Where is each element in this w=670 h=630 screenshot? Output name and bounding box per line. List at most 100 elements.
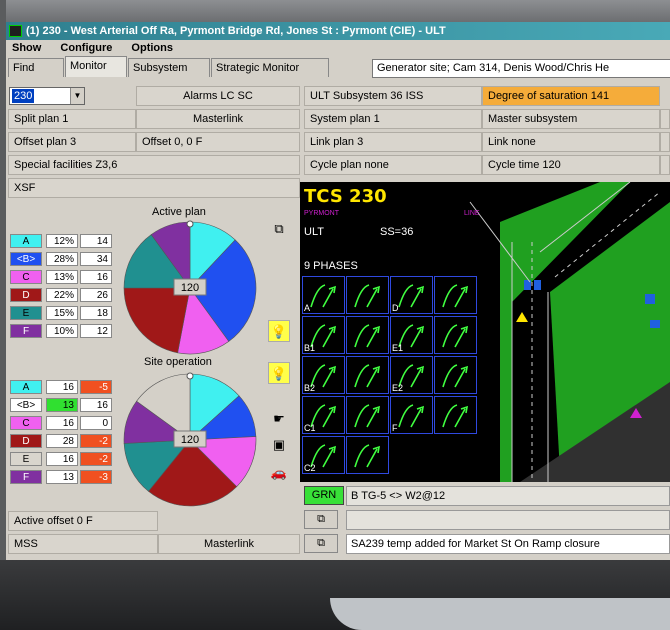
- phase-cell[interactable]: D: [390, 276, 433, 314]
- system-plan-field: System plan 1: [304, 109, 482, 129]
- tab-find[interactable]: Find: [8, 58, 64, 77]
- phase-label: F: [10, 324, 42, 338]
- menubar: Show Configure Options: [6, 40, 670, 56]
- phase-time: 28: [46, 434, 78, 448]
- phase-cell-label: B1: [304, 343, 316, 353]
- table-row[interactable]: C 16 0: [10, 416, 120, 430]
- table-row[interactable]: E 15% 18: [10, 306, 120, 320]
- master-subsystem-field: Master subsystem: [482, 109, 660, 129]
- link-plan-field: Link plan 3: [304, 132, 482, 152]
- chevron-down-icon[interactable]: ▼: [70, 88, 84, 104]
- overflow-field: [660, 109, 670, 129]
- split-plan-field: Split plan 1: [8, 109, 136, 129]
- table-row[interactable]: A 12% 14: [10, 234, 120, 248]
- phase-movement-icon: [442, 284, 469, 308]
- phase-label: A: [10, 234, 42, 248]
- table-row[interactable]: <B> 13 16: [10, 398, 120, 412]
- hand-icon[interactable]: ☛: [268, 408, 290, 430]
- table-row[interactable]: A 16 -5: [10, 380, 120, 394]
- active-plan-label: Active plan: [152, 206, 206, 218]
- phase-cell-label: B2: [304, 383, 316, 393]
- phase-movement-icon: [442, 364, 469, 388]
- phase-cell[interactable]: [434, 316, 477, 354]
- phase-percent: 10%: [46, 324, 78, 338]
- phase-percent: 13%: [46, 270, 78, 284]
- masterlink-bottom-button[interactable]: Masterlink: [158, 534, 300, 554]
- phase-cell[interactable]: B1: [302, 316, 345, 354]
- phase-cell[interactable]: F: [390, 396, 433, 434]
- phase-seconds: 16: [80, 270, 112, 284]
- phase-cell[interactable]: [346, 276, 389, 314]
- lightbulb-icon[interactable]: 💡: [268, 320, 290, 342]
- phase-time: 16: [46, 452, 78, 466]
- phase-cell[interactable]: [346, 356, 389, 394]
- phase-movement-icon: [354, 404, 381, 428]
- phase-cell-label: F: [392, 423, 398, 433]
- lightbulb-icon[interactable]: 💡: [268, 362, 290, 384]
- phase-cell-label: E2: [392, 383, 404, 393]
- table-row[interactable]: D 28 -2: [10, 434, 120, 448]
- phase-delta: -5: [80, 380, 112, 394]
- phase-seconds: 26: [80, 288, 112, 302]
- overflow-field: [660, 155, 670, 175]
- view-icon[interactable]: ⧉: [304, 510, 338, 529]
- copy-icon[interactable]: ⧉: [268, 218, 290, 240]
- phase-movement-icon: [354, 364, 381, 388]
- phase-cell[interactable]: [346, 436, 389, 474]
- phase-time: 16: [46, 416, 78, 430]
- tcs-ss-label: SS=36: [380, 226, 414, 238]
- menu-options[interactable]: Options: [131, 42, 173, 54]
- save-icon[interactable]: ▣: [268, 434, 290, 456]
- message-icon[interactable]: ⧉: [304, 534, 338, 553]
- saturation-field: Degree of saturation 141: [482, 86, 660, 106]
- phase-cell[interactable]: [346, 316, 389, 354]
- subsystem-field: ULT Subsystem 36 ISS: [304, 86, 482, 106]
- phase-cell[interactable]: B2: [302, 356, 345, 394]
- tcs-line-label: LINE: [464, 210, 480, 217]
- phase-label: E: [10, 452, 42, 466]
- table-row[interactable]: <B> 28% 34: [10, 252, 120, 266]
- phase-label: <B>: [10, 398, 42, 412]
- app-icon: [9, 25, 22, 37]
- tab-subsystem[interactable]: Subsystem: [128, 58, 210, 77]
- table-row[interactable]: C 13% 16: [10, 270, 120, 284]
- phase-delta: 0: [80, 416, 112, 430]
- phase-cell[interactable]: [434, 276, 477, 314]
- tab-strategic-monitor[interactable]: Strategic Monitor: [211, 58, 329, 77]
- site-select[interactable]: 230 ▼: [9, 87, 85, 105]
- offset-plan-field: Offset plan 3: [8, 132, 136, 152]
- overflow-field: [660, 132, 670, 152]
- masterlink-button[interactable]: Masterlink: [136, 109, 300, 129]
- phase-cell[interactable]: E2: [390, 356, 433, 394]
- phase-cell[interactable]: [346, 396, 389, 434]
- table-row[interactable]: F 10% 12: [10, 324, 120, 338]
- phase-movement-icon: [354, 324, 381, 348]
- phase-cell[interactable]: C1: [302, 396, 345, 434]
- tab-monitor[interactable]: Monitor: [65, 56, 127, 77]
- phase-cell[interactable]: A: [302, 276, 345, 314]
- menu-show[interactable]: Show: [12, 42, 41, 54]
- table-row[interactable]: F 13 -3: [10, 470, 120, 484]
- phase-cell[interactable]: [434, 356, 477, 394]
- phase-time: 13: [46, 470, 78, 484]
- mss-field: MSS: [8, 534, 158, 554]
- window-title: (1) 230 - West Arterial Off Ra, Pyrmont …: [26, 25, 446, 37]
- phase-time: 16: [46, 380, 78, 394]
- window-titlebar[interactable]: (1) 230 - West Arterial Off Ra, Pyrmont …: [6, 22, 670, 40]
- site-info-field[interactable]: Generator site; Cam 314, Denis Wood/Chri…: [372, 59, 670, 78]
- phase-delta: -3: [80, 470, 112, 484]
- tcs-intersection-diagram[interactable]: TCS 230 PYRMONT LINE ULT SS=36 9 PHASES …: [300, 182, 670, 482]
- phase-cell-label: C2: [304, 463, 316, 473]
- tcs-ult-label: ULT: [304, 226, 324, 238]
- phase-cell[interactable]: E1: [390, 316, 433, 354]
- phase-cell[interactable]: [434, 396, 477, 434]
- phase-label: F: [10, 470, 42, 484]
- car-icon[interactable]: 🚗: [268, 462, 290, 484]
- table-row[interactable]: D 22% 26: [10, 288, 120, 302]
- tcs-pyrmont-label: PYRMONT: [304, 210, 339, 217]
- table-row[interactable]: E 16 -2: [10, 452, 120, 466]
- phase-cell-label: C1: [304, 423, 316, 433]
- phase-cell[interactable]: C2: [302, 436, 345, 474]
- active-offset-field: Active offset 0 F: [8, 511, 158, 531]
- menu-configure[interactable]: Configure: [60, 42, 112, 54]
